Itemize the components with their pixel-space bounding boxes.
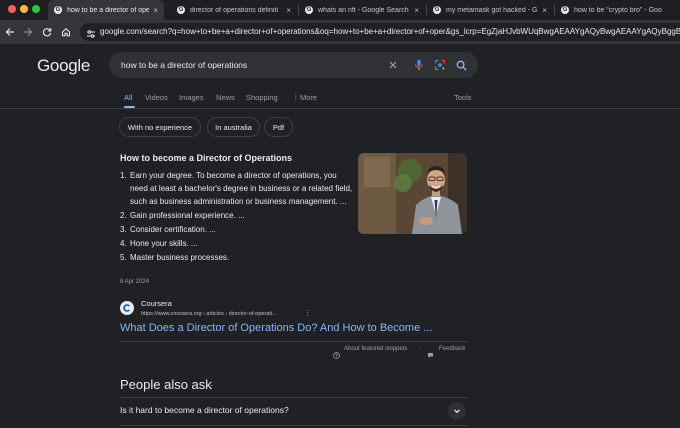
search-icon[interactable] bbox=[455, 59, 467, 71]
step-text: Earn your degree. To become a director o… bbox=[130, 171, 353, 206]
question-divider bbox=[120, 425, 467, 426]
chevron-down-icon[interactable] bbox=[448, 402, 466, 420]
back-arrow-icon[interactable] bbox=[2, 24, 18, 40]
separator-dot: · bbox=[419, 346, 421, 352]
coursera-logo-icon[interactable] bbox=[120, 301, 134, 315]
feedback-icon bbox=[427, 346, 434, 358]
tab-strip: G how to be a director of operat × G dir… bbox=[0, 0, 680, 20]
tab-all[interactable]: All bbox=[124, 93, 132, 102]
snippet-title: How to become a Director of Operations bbox=[120, 153, 293, 163]
more-vert-icon[interactable]: ⋮ bbox=[207, 380, 216, 391]
tab-close-icon[interactable]: × bbox=[286, 6, 291, 15]
tab-close-icon[interactable]: × bbox=[153, 6, 158, 15]
people-also-ask-heading: People also ask bbox=[120, 377, 212, 392]
refine-chip[interactable]: With no experience bbox=[119, 117, 201, 137]
step-number: 1. bbox=[120, 171, 127, 180]
snippet-image[interactable] bbox=[358, 153, 467, 234]
google-favicon-icon: G bbox=[177, 6, 185, 14]
microphone-icon[interactable] bbox=[413, 59, 425, 71]
tab-close-icon[interactable]: × bbox=[414, 6, 419, 15]
close-window-button[interactable] bbox=[8, 5, 16, 13]
tab-news[interactable]: News bbox=[216, 93, 235, 102]
snippet-steps: 1. Earn your degree. To become a director… bbox=[120, 170, 356, 266]
browser-tab[interactable]: G how to be a director of operat × bbox=[48, 0, 164, 20]
step-text: Gain professional experience. ... bbox=[130, 210, 245, 220]
tab-title: how to be "crypto bro" - Goo bbox=[574, 6, 662, 14]
step-text: Master business processes. bbox=[130, 252, 230, 262]
result-link[interactable]: What Does a Director of Operations Do? A… bbox=[120, 322, 432, 334]
tab-title: my metamask got hacked - G bbox=[446, 6, 538, 14]
forward-arrow-icon[interactable] bbox=[20, 24, 36, 40]
url-text: google.com/search?q=how+to+be+a+director… bbox=[100, 27, 680, 36]
tab-shopping[interactable]: Shopping bbox=[246, 93, 278, 102]
google-logo[interactable]: Google bbox=[37, 56, 90, 76]
list-item: 3. Consider certification. ... bbox=[120, 224, 356, 237]
tab-more[interactable]: More bbox=[300, 93, 317, 102]
minimize-window-button[interactable] bbox=[20, 5, 28, 13]
list-item: 5. Master business processes. bbox=[120, 252, 356, 265]
list-item: 2. Gain professional experience. ... bbox=[120, 210, 356, 223]
about-snippets-link[interactable]: About featured snippets bbox=[344, 346, 407, 352]
list-item: 4. Hone your skills. ... bbox=[120, 238, 356, 251]
tab-title: how to be a director of operat bbox=[67, 6, 150, 14]
more-vert-icon: ⋮ bbox=[292, 92, 300, 101]
browser-tab[interactable]: G whats an nft - Google Search × bbox=[299, 0, 425, 20]
browser-toolbar: google.com/search?q=how+to+be+a+director… bbox=[0, 20, 680, 44]
header-divider bbox=[0, 108, 680, 109]
step-number: 5. bbox=[120, 252, 127, 262]
browser-tab[interactable]: G director of operations definiti × bbox=[171, 0, 297, 20]
home-icon[interactable] bbox=[58, 24, 74, 40]
source-name[interactable]: Coursera bbox=[141, 299, 172, 308]
google-favicon-icon: G bbox=[54, 6, 62, 14]
step-number: 4. bbox=[120, 238, 127, 248]
refine-chip[interactable]: Pdf bbox=[264, 117, 293, 137]
step-text: Consider certification. ... bbox=[130, 224, 216, 234]
refine-chip[interactable]: In australia bbox=[207, 117, 260, 137]
source-url[interactable]: https://www.coursera.org › articles › di… bbox=[141, 311, 277, 317]
tab-videos[interactable]: Videos bbox=[145, 93, 168, 102]
reload-icon[interactable] bbox=[39, 24, 55, 40]
step-number: 3. bbox=[120, 224, 127, 234]
google-favicon-icon: G bbox=[561, 6, 569, 14]
browser-tab[interactable]: G my metamask got hacked - G × bbox=[427, 0, 553, 20]
address-bar[interactable]: google.com/search?q=how+to+be+a+director… bbox=[80, 23, 680, 41]
tools-button[interactable]: Tools bbox=[454, 93, 472, 102]
google-favicon-icon: G bbox=[305, 6, 313, 14]
search-box[interactable]: how to be a director of operations bbox=[109, 52, 478, 78]
search-input[interactable]: how to be a director of operations bbox=[121, 60, 247, 70]
snippet-date: 8 Apr 2024 bbox=[120, 279, 150, 285]
tab-title: director of operations definiti bbox=[190, 6, 278, 14]
more-vert-icon[interactable]: ⋮ bbox=[304, 309, 311, 317]
tab-close-icon[interactable]: × bbox=[542, 6, 547, 15]
step-number: 2. bbox=[120, 210, 127, 220]
tune-icon[interactable] bbox=[86, 26, 96, 44]
google-favicon-icon: G bbox=[433, 6, 441, 14]
fullscreen-window-button[interactable] bbox=[32, 5, 40, 13]
tab-title: whats an nft - Google Search bbox=[318, 6, 409, 14]
feedback-link[interactable]: Feedback bbox=[439, 346, 465, 352]
step-text: Hone your skills. ... bbox=[130, 238, 198, 248]
paa-question[interactable]: Is it hard to become a director of opera… bbox=[120, 405, 289, 415]
snippet-divider bbox=[120, 341, 467, 342]
question-divider bbox=[120, 397, 467, 398]
close-icon[interactable] bbox=[387, 59, 399, 71]
list-item: 1. Earn your degree. To become a director… bbox=[120, 170, 356, 208]
camera-lens-icon[interactable] bbox=[434, 59, 446, 71]
tab-images[interactable]: Images bbox=[179, 93, 204, 102]
browser-tab[interactable]: G how to be "crypto bro" - Goo bbox=[555, 0, 680, 20]
help-icon bbox=[333, 346, 340, 359]
